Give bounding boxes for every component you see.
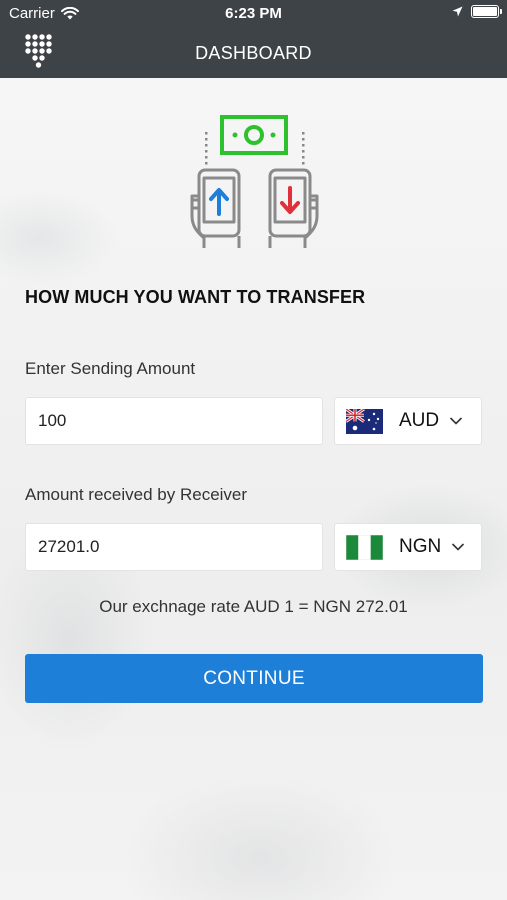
- receiving-amount-label: Amount received by Receiver: [25, 485, 248, 504]
- nigeria-flag-icon: [346, 534, 383, 560]
- nav-bar: DASHBOARD: [0, 28, 507, 78]
- transfer-heading: HOW MUCH YOU WANT TO TRANSFER: [25, 287, 366, 307]
- receiving-currency-code: NGN: [399, 536, 442, 557]
- chevron-down-icon: [450, 417, 463, 425]
- australia-flag-icon: [346, 408, 383, 434]
- status-bar: Carrier 6:23 PM: [0, 0, 507, 28]
- arrow-up-icon: [209, 188, 229, 216]
- receiving-amount-input[interactable]: [25, 523, 323, 571]
- page-title: DASHBOARD: [195, 43, 312, 63]
- exchange-rate-text: Our exchnage rate AUD 1 = NGN 272.01: [99, 597, 408, 616]
- banknote-icon: [220, 115, 288, 155]
- sending-phone-icon: [190, 168, 241, 248]
- chevron-down-icon: [452, 543, 465, 551]
- continue-button[interactable]: CONTINUE: [25, 654, 483, 703]
- sending-currency-select[interactable]: AUD: [334, 397, 482, 445]
- sending-amount-label: Enter Sending Amount: [25, 359, 196, 378]
- battery-icon: [471, 5, 502, 18]
- receiving-currency-select[interactable]: NGN: [334, 523, 482, 571]
- location-arrow-icon: [452, 6, 463, 17]
- sending-currency-code: AUD: [399, 410, 440, 431]
- arrow-down-icon: [280, 186, 300, 214]
- status-time: 6:23 PM: [225, 5, 282, 22]
- sending-amount-input[interactable]: [25, 397, 323, 445]
- status-indicators: [452, 5, 502, 18]
- phone-transfer-illustration: [190, 115, 319, 248]
